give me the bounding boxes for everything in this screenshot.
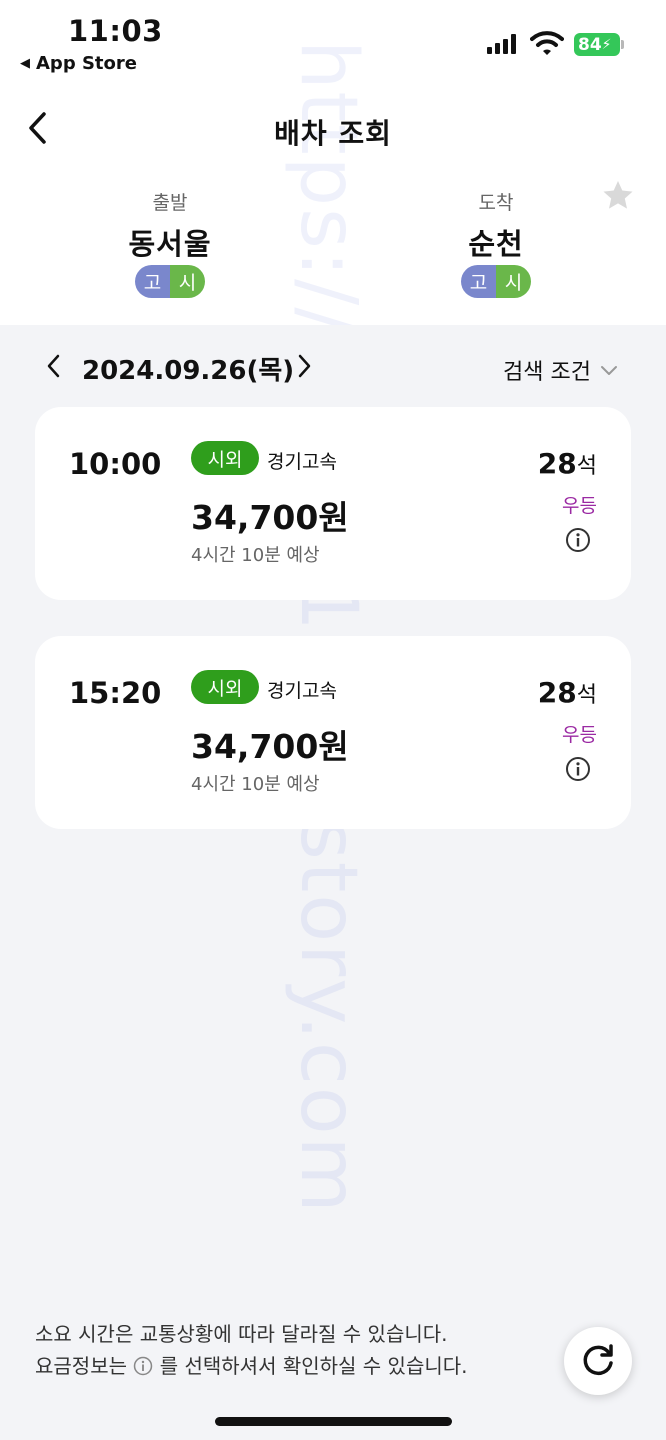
footer-notice: 소요 시간은 교통상황에 따라 달라질 수 있습니다. 요금정보는 를 선택하셔…	[35, 1318, 468, 1382]
fare-price: 34,700원	[191, 498, 349, 537]
chevron-down-icon	[600, 366, 617, 375]
departure-station[interactable]: 출발 동서울 고 시	[70, 188, 270, 298]
signal-icon	[487, 34, 516, 54]
departure-label: 출발	[152, 192, 188, 214]
bus-type-badge: 시외	[191, 441, 259, 475]
arrival-tag-express: 고	[461, 265, 496, 298]
fare-price: 34,700원	[191, 727, 349, 766]
seats-unit: 석	[576, 454, 597, 479]
seats-count: 28	[537, 447, 577, 480]
remaining-seats: 28석	[538, 447, 597, 480]
refresh-icon	[583, 1344, 613, 1376]
departure-tag-express: 고	[135, 265, 170, 298]
search-condition-label: 검색 조건	[503, 360, 591, 385]
battery-level: 84	[578, 34, 602, 55]
refresh-button[interactable]	[564, 1327, 632, 1395]
chevron-right-icon[interactable]	[294, 352, 314, 380]
chevron-left-icon[interactable]	[44, 352, 64, 380]
notice-line-2-post: 를 선택하셔서 확인하실 수 있습니다.	[159, 1354, 468, 1378]
bus-type-badge: 시외	[191, 670, 259, 704]
arrival-tag-intercity: 시	[496, 265, 531, 298]
bus-company: 경기고속	[267, 451, 337, 473]
battery-icon: 84 ⚡	[574, 33, 620, 56]
star-icon[interactable]	[601, 179, 635, 213]
arrival-tags: 고 시	[461, 265, 531, 298]
remaining-seats: 28석	[538, 676, 597, 709]
seats-unit: 석	[576, 683, 597, 708]
estimated-duration: 4시간 10분 예상	[191, 774, 320, 795]
home-indicator[interactable]	[215, 1417, 452, 1426]
back-to-app-store[interactable]: ◀ App Store	[20, 53, 137, 74]
search-condition-button[interactable]: 검색 조건	[503, 354, 619, 386]
departure-name: 동서울	[128, 227, 212, 261]
notice-line-1: 소요 시간은 교통상황에 따라 달라질 수 있습니다.	[35, 1322, 448, 1346]
page-title: 배차 조회	[274, 117, 392, 150]
arrival-name: 순천	[468, 227, 524, 261]
departure-tag-intercity: 시	[170, 265, 205, 298]
bus-company: 경기고속	[267, 680, 337, 702]
bus-grade: 우등	[562, 495, 597, 517]
back-triangle-icon: ◀	[20, 56, 30, 71]
info-icon[interactable]	[565, 527, 591, 553]
bus-grade: 우등	[562, 724, 597, 746]
bus-card[interactable]: 10:00 시외 경기고속 34,700원 4시간 10분 예상 28석 우등	[35, 407, 631, 600]
date-text: 2024.09.26(목)	[82, 356, 295, 386]
departure-tags: 고 시	[135, 265, 205, 298]
info-icon	[134, 1356, 153, 1376]
notice-line-2: 요금정보는 를 선택하셔서 확인하실 수 있습니다.	[35, 1350, 468, 1382]
status-time: 11:03	[68, 14, 163, 48]
wifi-icon	[530, 31, 564, 55]
estimated-duration: 4시간 10분 예상	[191, 545, 320, 566]
back-app-label: App Store	[36, 53, 137, 74]
info-icon[interactable]	[565, 756, 591, 782]
battery-cap	[621, 40, 624, 49]
departure-time: 10:00	[69, 447, 162, 481]
arrival-label: 도착	[478, 192, 514, 214]
departure-time: 15:20	[69, 676, 162, 710]
bus-card[interactable]: 15:20 시외 경기고속 34,700원 4시간 10분 예상 28석 우등	[35, 636, 631, 829]
seats-count: 28	[537, 676, 577, 709]
notice-line-2-pre: 요금정보는	[35, 1354, 127, 1378]
arrival-station[interactable]: 도착 순천 고 시	[396, 188, 596, 298]
